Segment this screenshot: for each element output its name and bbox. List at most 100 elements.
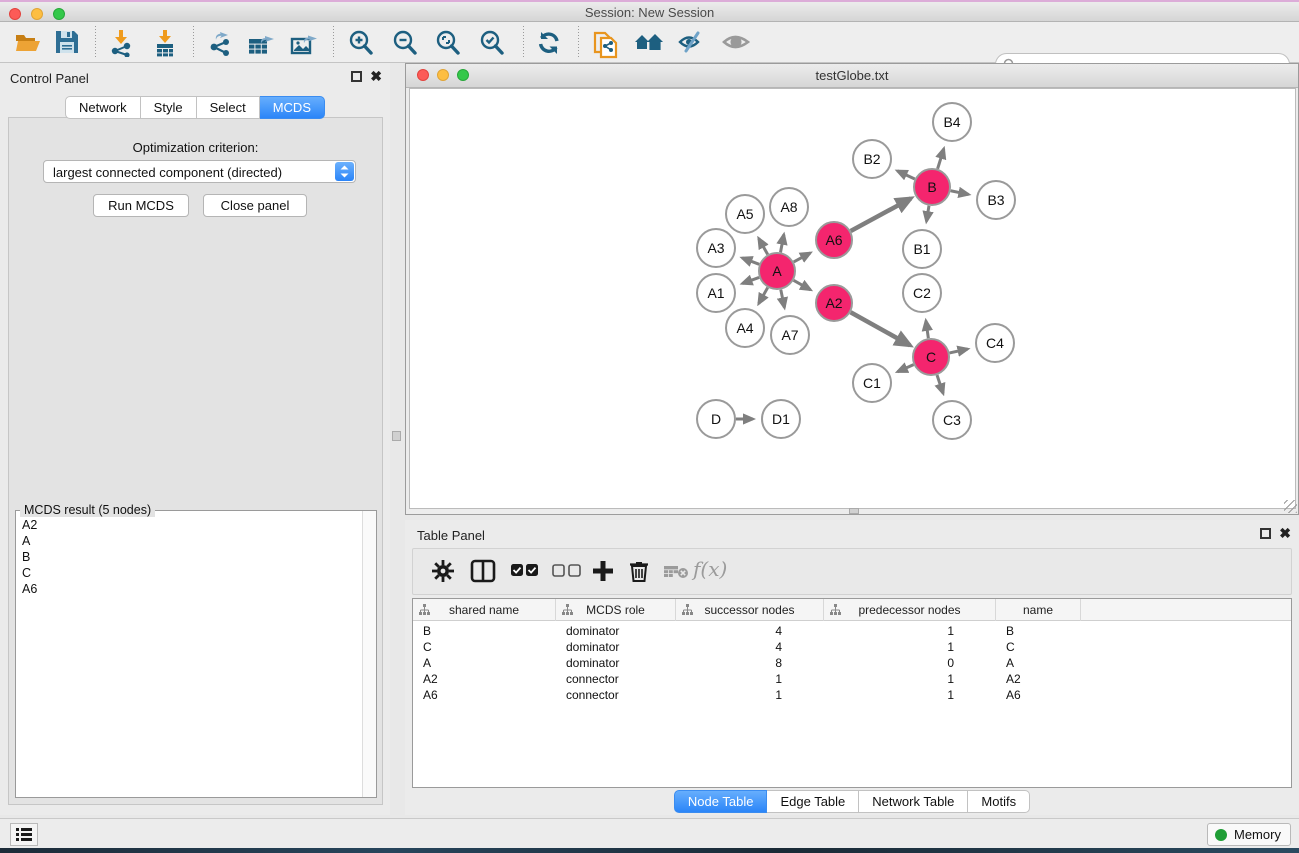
zoom-selected-icon[interactable] <box>478 29 508 57</box>
task-history-button[interactable] <box>10 823 38 846</box>
float-table-panel-icon[interactable] <box>1260 528 1271 539</box>
edge-A-A7[interactable] <box>781 290 785 308</box>
add-icon[interactable] <box>591 559 615 583</box>
edge-A-A5[interactable] <box>759 238 768 254</box>
zoom-in-icon[interactable] <box>347 29 377 57</box>
table-cell[interactable]: A <box>413 655 556 671</box>
network-file-icon[interactable] <box>592 29 622 57</box>
tab-network-table[interactable]: Network Table <box>859 790 968 813</box>
column-header-shared-name[interactable]: shared name <box>413 599 556 621</box>
export-table-icon[interactable] <box>246 29 276 57</box>
memory-button[interactable]: Memory <box>1207 823 1291 846</box>
node-A2[interactable]: A2 <box>816 285 852 321</box>
edge-A-A8[interactable] <box>781 235 784 253</box>
run-mcds-button[interactable]: Run MCDS <box>93 194 189 217</box>
edge-B-B4[interactable] <box>938 149 944 169</box>
resize-grip-icon[interactable] <box>1284 500 1297 513</box>
float-panel-icon[interactable] <box>351 71 362 82</box>
node-A8[interactable]: A8 <box>770 188 808 226</box>
import-network-icon[interactable] <box>107 29 137 57</box>
edge-A-A1[interactable] <box>742 277 759 283</box>
tab-mcds[interactable]: MCDS <box>260 96 325 119</box>
table-cell[interactable]: 1 <box>824 687 996 703</box>
export-network-icon[interactable] <box>206 29 236 57</box>
table-cell[interactable]: A2 <box>413 671 556 687</box>
edge-A-A3[interactable] <box>742 258 759 264</box>
edge-C-C4[interactable] <box>950 349 968 353</box>
node-D1[interactable]: D1 <box>762 400 800 438</box>
show-graphics-details-icon[interactable] <box>721 29 751 57</box>
table-cell[interactable]: A2 <box>996 671 1081 687</box>
table-cell[interactable]: 1 <box>824 671 996 687</box>
export-image-icon[interactable] <box>289 29 319 57</box>
table-cell[interactable]: C <box>996 639 1081 655</box>
table-row[interactable]: Cdominator41C <box>413 639 1291 655</box>
select-all-icon[interactable] <box>510 563 540 578</box>
table-cell[interactable]: 1 <box>824 623 996 639</box>
column-header-successor-nodes[interactable]: successor nodes <box>676 599 824 621</box>
mcds-result-list[interactable]: A2ABCA6 <box>18 517 360 795</box>
delete-icon[interactable] <box>628 559 650 583</box>
import-table-icon[interactable] <box>151 29 181 57</box>
tab-network[interactable]: Network <box>65 96 141 119</box>
table-row[interactable]: A2connector11A2 <box>413 671 1291 687</box>
gear-icon[interactable] <box>431 559 455 583</box>
column-header-predecessor-nodes[interactable]: predecessor nodes <box>824 599 996 621</box>
node-A[interactable]: A <box>759 253 795 289</box>
save-session-icon[interactable] <box>54 29 84 57</box>
table-cell[interactable]: dominator <box>556 623 676 639</box>
table-cell[interactable]: 4 <box>676 639 824 655</box>
table-cell[interactable]: 1 <box>676 687 824 703</box>
tab-edge-table[interactable]: Edge Table <box>767 790 859 813</box>
edge-A6-B[interactable] <box>851 198 911 231</box>
hide-graphics-details-icon[interactable] <box>676 29 706 57</box>
edge-A-A2[interactable] <box>794 280 811 289</box>
edge-C-C1[interactable] <box>898 365 914 372</box>
node-B1[interactable]: B1 <box>903 230 941 268</box>
table-row[interactable]: Bdominator41B <box>413 623 1291 639</box>
split-columns-icon[interactable] <box>470 559 496 583</box>
node-B2[interactable]: B2 <box>853 140 891 178</box>
table-row[interactable]: Adominator80A <box>413 655 1291 671</box>
zoom-fit-icon[interactable] <box>434 29 464 57</box>
table-cell[interactable]: A6 <box>413 687 556 703</box>
result-item[interactable]: B <box>18 549 360 565</box>
close-table-panel-icon[interactable]: ✖ <box>1279 528 1291 539</box>
result-item[interactable]: A2 <box>18 517 360 533</box>
node-B[interactable]: B <box>914 169 950 205</box>
vertical-splitter[interactable] <box>390 63 405 815</box>
home-icon[interactable] <box>633 29 663 57</box>
table-cell[interactable]: 1 <box>676 671 824 687</box>
result-item[interactable]: C <box>18 565 360 581</box>
node-A1[interactable]: A1 <box>697 274 735 312</box>
column-header-MCDS-role[interactable]: MCDS role <box>556 599 676 621</box>
table-cell[interactable]: connector <box>556 687 676 703</box>
table-cell[interactable]: C <box>413 639 556 655</box>
tab-select[interactable]: Select <box>197 96 260 119</box>
result-item[interactable]: A6 <box>18 581 360 597</box>
table-row[interactable]: A6connector11A6 <box>413 687 1291 703</box>
node-B3[interactable]: B3 <box>977 181 1015 219</box>
close-panel-button[interactable]: Close panel <box>203 194 307 217</box>
result-scrollbar[interactable] <box>362 511 376 797</box>
edge-B-B3[interactable] <box>951 191 969 195</box>
delete-table-icon[interactable] <box>663 564 689 580</box>
splitter-handle[interactable] <box>392 431 401 441</box>
table-cell[interactable]: 4 <box>676 623 824 639</box>
result-item[interactable]: A <box>18 533 360 549</box>
table-cell[interactable]: 8 <box>676 655 824 671</box>
table-cell[interactable]: A6 <box>996 687 1081 703</box>
table-cell[interactable]: B <box>413 623 556 639</box>
close-panel-icon[interactable]: ✖ <box>370 71 382 82</box>
node-table-body[interactable]: Bdominator41BCdominator41CAdominator80AA… <box>413 621 1291 787</box>
node-C2[interactable]: C2 <box>903 274 941 312</box>
open-file-icon[interactable] <box>14 29 44 57</box>
edge-A2-C[interactable] <box>851 312 910 345</box>
table-cell[interactable]: B <box>996 623 1081 639</box>
node-C1[interactable]: C1 <box>853 364 891 402</box>
table-cell[interactable]: dominator <box>556 655 676 671</box>
table-cell[interactable]: 0 <box>824 655 996 671</box>
node-C[interactable]: C <box>913 339 949 375</box>
edge-B-B1[interactable] <box>926 206 929 222</box>
node-B4[interactable]: B4 <box>933 103 971 141</box>
